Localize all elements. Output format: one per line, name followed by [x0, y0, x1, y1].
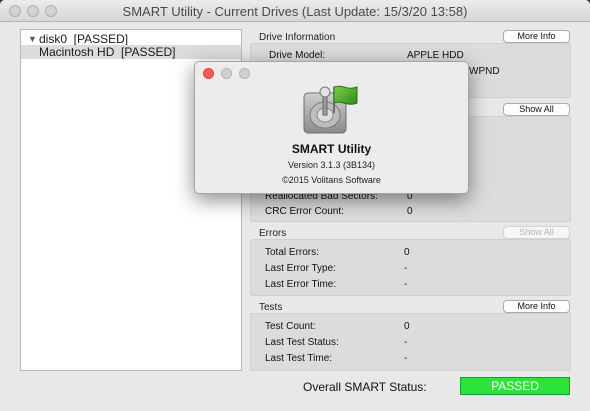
test-count-value: 0: [404, 321, 410, 332]
last-test-time-value: -: [404, 353, 408, 364]
about-minimize-button: [221, 68, 232, 79]
hard-drive-joystick-flag-icon: [303, 85, 358, 134]
last-error-time-value: -: [404, 279, 408, 290]
drive-info-more-info-button[interactable]: More Info: [503, 30, 570, 43]
overall-status-label: Overall SMART Status:: [303, 380, 427, 394]
about-version: Version 3.1.3 (3B134): [287, 160, 376, 170]
list-item-label: Macintosh HD [PASSED]: [39, 45, 176, 59]
about-app-name: SMART Utility: [291, 142, 372, 156]
about-copyright: ©2015 Volitans Software: [282, 175, 381, 185]
errors-title: Errors: [259, 228, 287, 239]
last-error-type-label: Last Error Type:: [265, 263, 336, 274]
drive-model-value: APPLE HDD: [407, 50, 464, 61]
tests-panel: Test Count: 0 Last Test Status: - Last T…: [250, 313, 571, 371]
tests-more-info-button[interactable]: More Info: [503, 300, 570, 313]
list-item-disk0[interactable]: ▼ disk0 [PASSED]: [21, 32, 241, 46]
about-close-button[interactable]: [203, 68, 214, 79]
last-test-status-value: -: [404, 337, 408, 348]
crc-error-value: 0: [407, 206, 413, 217]
errors-panel: Total Errors: 0 Last Error Type: - Last …: [250, 239, 571, 296]
attributes-show-all-button[interactable]: Show All: [503, 103, 570, 116]
disclosure-triangle-icon[interactable]: ▼: [28, 32, 37, 46]
crc-error-label: CRC Error Count:: [265, 206, 344, 217]
list-item-label: disk0 [PASSED]: [39, 32, 129, 46]
last-test-time-label: Last Test Time:: [265, 353, 333, 364]
list-item-macintosh-hd[interactable]: Macintosh HD [PASSED]: [21, 45, 241, 59]
about-dialog: SMART Utility Version 3.1.3 (3B134) ©201…: [194, 61, 469, 194]
drive-model-label: Drive Model:: [269, 50, 326, 61]
last-error-time-label: Last Error Time:: [265, 279, 337, 290]
window-title: SMART Utility - Current Drives (Last Upd…: [122, 4, 468, 19]
total-errors-value: 0: [404, 247, 410, 258]
serial-partial-value: WPND: [469, 66, 500, 77]
test-count-label: Test Count:: [265, 321, 316, 332]
last-test-status-label: Last Test Status:: [265, 337, 339, 348]
tests-title: Tests: [259, 302, 283, 313]
about-zoom-button: [239, 68, 250, 79]
overall-status-badge: PASSED: [460, 377, 570, 395]
errors-show-all-button[interactable]: Show All: [503, 226, 570, 239]
drive-info-title: Drive Information: [259, 32, 336, 43]
title-bar: SMART Utility - Current Drives (Last Upd…: [0, 0, 590, 22]
total-errors-label: Total Errors:: [265, 247, 319, 258]
last-error-type-value: -: [404, 263, 408, 274]
